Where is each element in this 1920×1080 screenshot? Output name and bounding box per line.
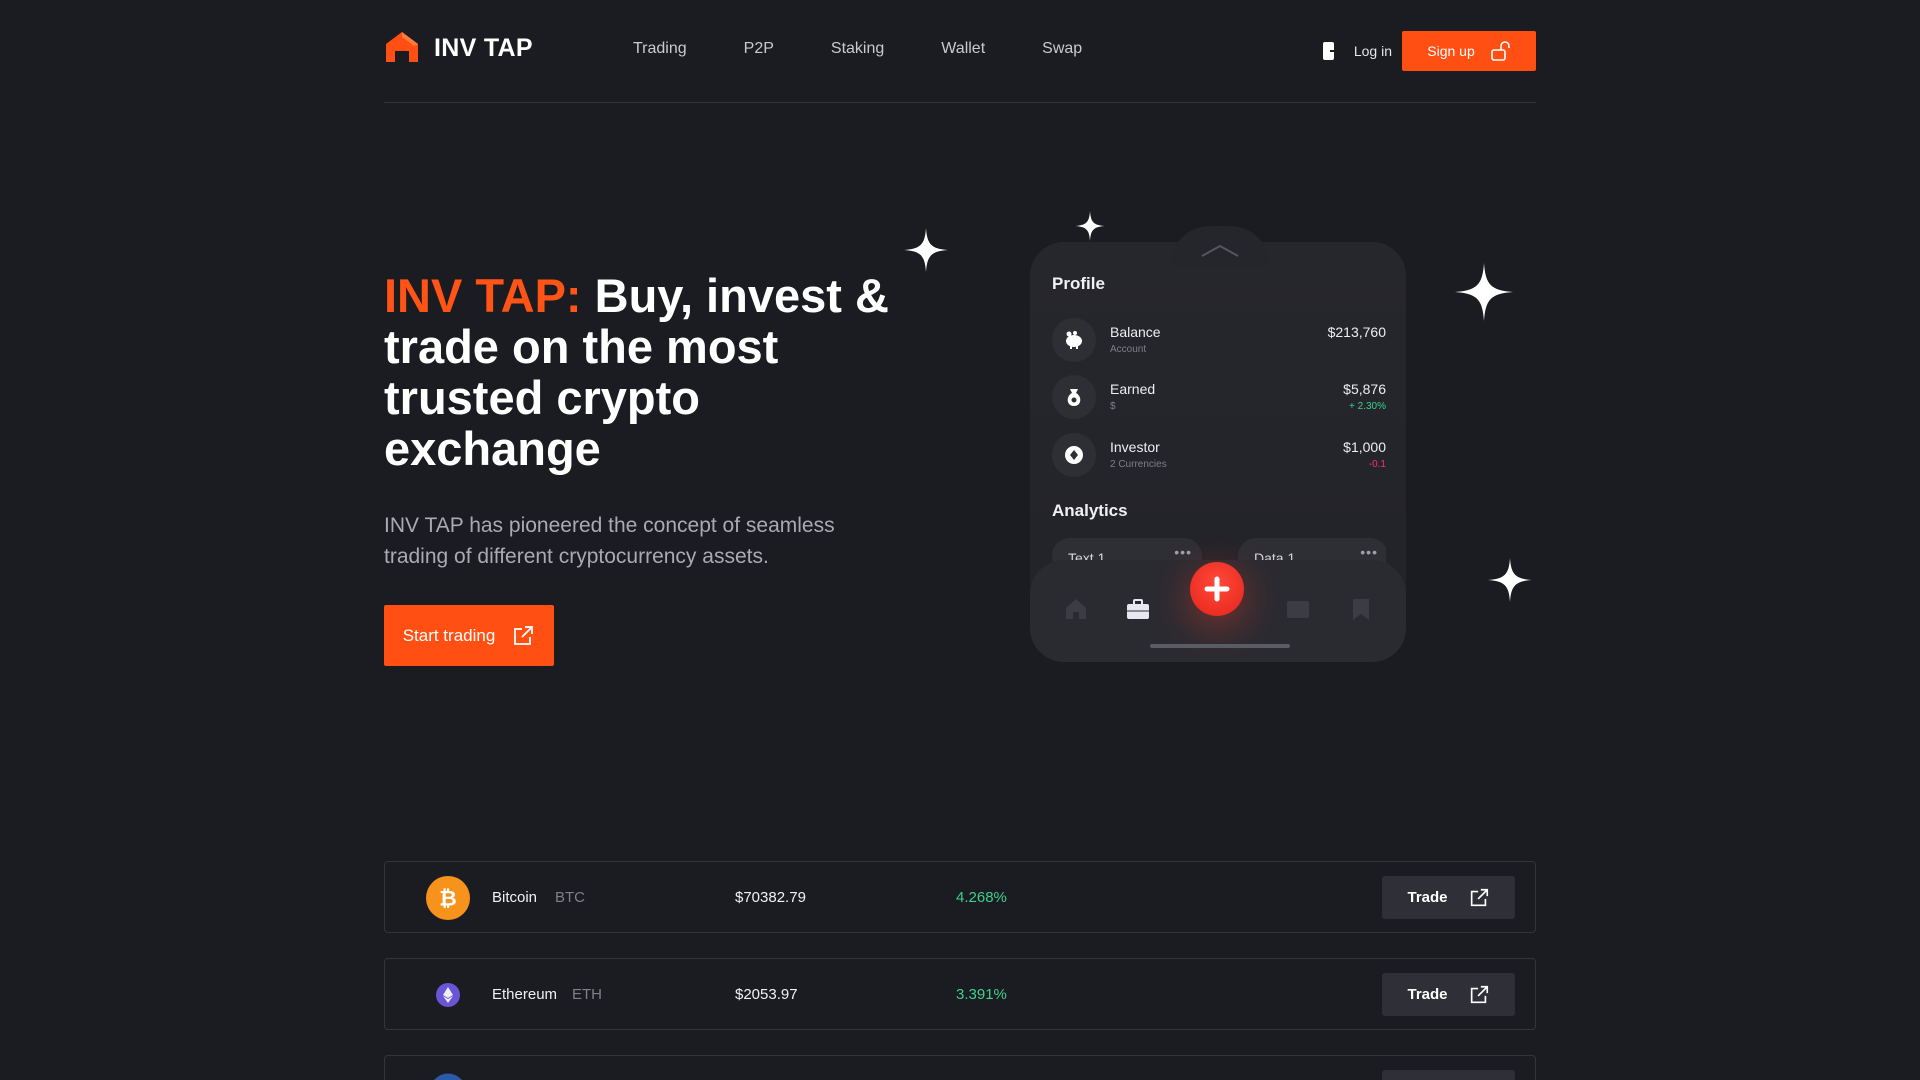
profile-row-balance: Balance Account $213,760 — [1052, 318, 1386, 364]
coin-symbol: ETH — [572, 986, 602, 1003]
start-trading-label: Start trading — [402, 625, 496, 645]
login-icon[interactable] — [1322, 41, 1340, 61]
trade-button[interactable]: Trade — [1382, 973, 1515, 1016]
investor-label: Investor — [1110, 439, 1160, 455]
coin-price: $2053.97 — [735, 986, 798, 1003]
profile-row-investor: Investor 2 Currencies $1,000 -0.1 — [1052, 433, 1386, 479]
coin-icon — [1052, 433, 1096, 477]
nav-staking[interactable]: Staking — [831, 40, 884, 58]
add-button[interactable] — [1190, 562, 1244, 616]
hero-title: INV TAP: Buy, invest & trade on the most… — [384, 270, 904, 474]
more-icon: ••• — [1360, 544, 1378, 560]
trade-label: Trade — [1407, 889, 1448, 906]
hero-title-accent: INV TAP: — [384, 269, 582, 322]
investor-change: -0.1 — [1368, 459, 1386, 470]
coin-symbol: BTC — [555, 889, 585, 906]
unlock-icon — [1490, 41, 1510, 61]
market-row — [384, 1055, 1536, 1080]
coin-change: 3.391% — [956, 986, 1007, 1003]
phone-tabbar — [1030, 560, 1406, 662]
sparkle-icon — [1075, 211, 1105, 241]
bitcoin-icon: ₿ — [426, 876, 470, 920]
bookmark-icon[interactable] — [1348, 596, 1374, 622]
nav-swap[interactable]: Swap — [1042, 40, 1082, 58]
investor-sub: 2 Currencies — [1110, 459, 1167, 470]
trade-button[interactable]: Trade — [1382, 876, 1515, 919]
login-link[interactable]: Log in — [1354, 43, 1392, 59]
money-bag-icon — [1052, 375, 1096, 419]
sparkle-icon — [1488, 558, 1532, 602]
logo-text: INV TAP — [434, 33, 533, 62]
balance-label: Balance — [1110, 324, 1161, 340]
plus-icon — [1204, 576, 1230, 602]
market-row: ₿ Bitcoin BTC $70382.79 4.268% Trade — [384, 861, 1536, 933]
profile-title: Profile — [1052, 274, 1105, 293]
nav-p2p[interactable]: P2P — [744, 40, 774, 58]
trade-button[interactable] — [1382, 1070, 1515, 1080]
main-nav: Trading P2P Staking Wallet Swap — [633, 40, 1082, 58]
sparkle-icon — [1455, 263, 1513, 321]
coin-name: Ethereum — [492, 986, 558, 1003]
earned-value: $5,876 — [1343, 381, 1386, 397]
coin-price: $70382.79 — [735, 889, 806, 906]
balance-value: $213,760 — [1327, 324, 1386, 340]
coin-change: 4.268% — [956, 889, 1007, 906]
wallet-icon[interactable] — [1285, 596, 1311, 622]
earned-label: Earned — [1110, 381, 1156, 397]
profile-row-earned: Earned $ $5,876 + 2.30% — [1052, 375, 1386, 421]
nav-wallet[interactable]: Wallet — [941, 40, 985, 58]
ethereum-icon — [426, 973, 470, 1017]
hero-subtitle: INV TAP has pioneered the concept of sea… — [384, 514, 835, 568]
site-header: INV TAP Trading P2P Staking Wallet Swap … — [384, 0, 1536, 103]
earned-sub: $ — [1110, 401, 1116, 412]
signup-button[interactable]: Sign up — [1402, 31, 1536, 71]
start-trading-button[interactable]: Start trading — [384, 605, 554, 666]
external-link-icon — [1470, 985, 1488, 1003]
market-row: Ethereum ETH $2053.97 3.391% Trade — [384, 958, 1536, 1030]
coin-name: Bitcoin — [492, 889, 538, 906]
briefcase-icon[interactable] — [1125, 596, 1151, 622]
sparkle-icon — [904, 228, 948, 272]
home-indicator — [1150, 644, 1290, 648]
logo[interactable]: INV TAP — [384, 30, 533, 66]
auth-area: Log in Sign up — [1322, 31, 1536, 71]
balance-sub: Account — [1110, 344, 1147, 355]
logo-icon — [386, 32, 418, 62]
piggy-bank-icon — [1052, 318, 1096, 362]
more-icon: ••• — [1174, 544, 1192, 560]
coin-icon — [426, 1070, 470, 1080]
home-icon[interactable] — [1063, 596, 1089, 622]
svg-text:₿: ₿ — [439, 887, 457, 911]
external-link-icon — [514, 625, 534, 645]
external-link-icon — [1470, 888, 1488, 906]
chevron-up-icon — [1201, 244, 1239, 257]
investor-value: $1,000 — [1343, 439, 1386, 455]
phone-mockup: Profile Balance Account $213,760 Earned … — [1030, 226, 1406, 662]
analytics-title: Analytics — [1052, 501, 1128, 520]
signup-label: Sign up — [1427, 43, 1475, 59]
nav-trading[interactable]: Trading — [633, 40, 687, 58]
earned-change: + 2.30% — [1349, 401, 1386, 412]
trade-label: Trade — [1407, 986, 1448, 1003]
